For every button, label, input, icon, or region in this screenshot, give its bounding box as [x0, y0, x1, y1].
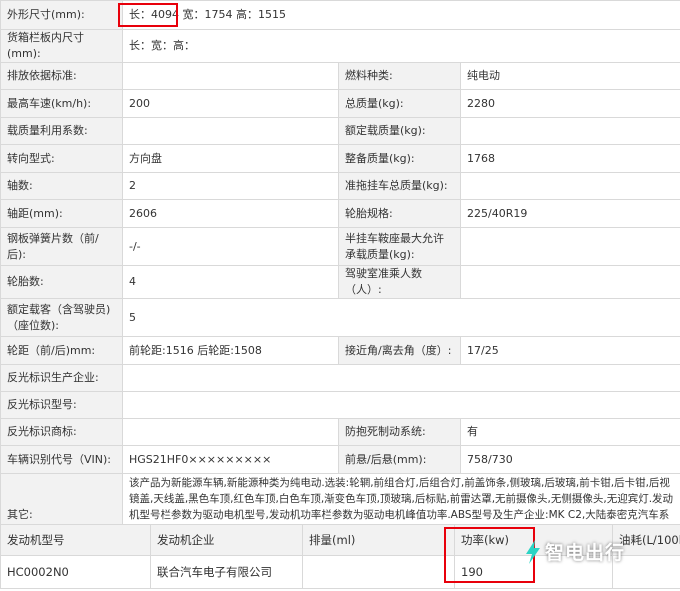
passenger-capacity-label: 额定载客（含驾驶员)（座位数):: [0, 298, 123, 337]
reflector-maker-value: [121, 364, 680, 392]
curb-mass-value: 1768: [459, 144, 680, 173]
approach-angle-value: 17/25: [459, 336, 680, 365]
wheelbase-value: 2606: [122, 199, 339, 228]
tire-spec-value: 225/40R19: [459, 199, 680, 228]
wheelbase-label: 轴距(mm):: [0, 199, 123, 228]
engine-maker-cell: 联合汽车电子有限公司: [150, 555, 303, 589]
curb-mass-label: 整备质量(kg):: [338, 144, 461, 173]
overhang-value: 758/730: [459, 445, 680, 474]
engine-maker-header: 发动机企业: [150, 524, 303, 556]
reflector-maker-label: 反光标识生产企业:: [0, 364, 123, 392]
tire-spec-label: 轮胎规格:: [338, 199, 461, 228]
reflector-brand-label: 反光标识商标:: [0, 418, 123, 446]
vehicle-spec-table: 外形尺寸(mm): 长：4094 宽：1754 高：1515 货箱栏板内尺寸(m…: [0, 0, 680, 557]
axle-count-label: 轴数:: [0, 172, 123, 200]
emission-standard-value: [122, 62, 339, 90]
abs-label: 防抱死制动系统:: [338, 418, 461, 446]
cargo-dimensions-value: 长：宽：高：: [121, 29, 680, 63]
watermark-text: 智电出行: [545, 542, 626, 564]
rated-load-label: 额定载质量(kg):: [338, 117, 461, 145]
gross-mass-label: 总质量(kg):: [338, 89, 461, 118]
rated-load-value: [459, 117, 680, 145]
emission-standard-label: 排放依据标准:: [0, 62, 123, 90]
steering-type-label: 转向型式:: [0, 144, 123, 173]
engine-model-header: 发动机型号: [0, 524, 151, 556]
reflector-model-value: [121, 391, 680, 419]
cab-capacity-label: 驾驶室准乘人数（人）:: [338, 265, 461, 299]
vin-label: 车辆识别代号（VIN):: [0, 445, 123, 474]
displacement-cell: [302, 555, 455, 589]
abs-value: 有: [459, 418, 680, 446]
max-speed-label: 最高车速(km/h):: [0, 89, 123, 118]
track-width-label: 轮距（前/后)mm:: [0, 336, 123, 365]
fuel-type-value: 纯电动: [459, 62, 680, 90]
length-highlight-box: [118, 3, 178, 27]
leaf-spring-value: -/-: [122, 227, 339, 266]
displacement-header: 排量(ml): [302, 524, 455, 556]
max-speed-value: 200: [122, 89, 339, 118]
tire-count-label: 轮胎数:: [0, 265, 123, 299]
power-highlight-box: [444, 527, 535, 583]
fuel-type-label: 燃料种类:: [338, 62, 461, 90]
load-utilization-label: 载质量利用系数:: [0, 117, 123, 145]
tire-count-value: 4: [122, 265, 339, 299]
cab-capacity-value: [459, 265, 680, 299]
gross-mass-value: 2280: [459, 89, 680, 118]
axle-count-value: 2: [122, 172, 339, 200]
steering-type-value: 方向盘: [122, 144, 339, 173]
saddle-load-value: [459, 227, 680, 266]
trailer-mass-label: 准拖挂车总质量(kg):: [338, 172, 461, 200]
cargo-dimensions-label: 货箱栏板内尺寸(mm):: [0, 29, 123, 63]
trailer-mass-value: [459, 172, 680, 200]
saddle-load-label: 半挂车鞍座最大允许承载质量(kg):: [338, 227, 461, 266]
approach-angle-label: 接近角/离去角（度）:: [338, 336, 461, 365]
leaf-spring-label: 钢板弹簧片数（前/后):: [0, 227, 123, 266]
dimensions-value: 长：4094 宽：1754 高：1515: [121, 0, 680, 30]
dimensions-label: 外形尺寸(mm):: [0, 0, 123, 30]
track-width-value: 前轮距:1516 后轮距:1508: [122, 336, 339, 365]
reflector-brand-value: [122, 418, 339, 446]
overhang-label: 前悬/后悬(mm):: [338, 445, 461, 474]
vin-value: HGS21HF0×××××××××: [122, 445, 339, 474]
reflector-model-label: 反光标识型号:: [0, 391, 123, 419]
passenger-capacity-value: 5: [121, 298, 680, 337]
engine-model-cell: HC0002N0: [0, 555, 151, 589]
load-utilization-value: [122, 117, 339, 145]
watermark: 智电出行: [524, 538, 625, 565]
lightning-icon: [526, 539, 540, 564]
